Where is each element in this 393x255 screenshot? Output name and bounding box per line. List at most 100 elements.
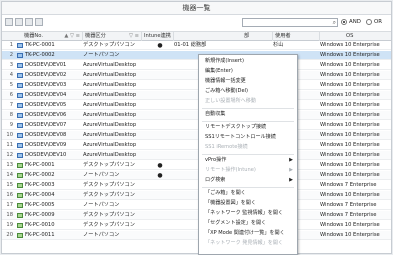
table-row[interactable]: 2 TK-PC-0002 ノートパソコン Windows 10 Enterprise bbox=[2, 51, 391, 60]
os-cell: Windows 10 Enterprise bbox=[320, 172, 380, 178]
table-row[interactable]: 1 TK-PC-0001 デスクトップパソコン ● 01-01 総務部 杉山 Windows… bbox=[2, 41, 391, 50]
col-label: 機器区分 bbox=[85, 33, 106, 39]
vm-icon bbox=[17, 123, 23, 128]
menu-item-label: ログ検索 bbox=[205, 177, 226, 183]
menu-item[interactable]: リモートデスクトップ接続 bbox=[199, 123, 297, 132]
col-header-device-type[interactable]: 機器区分 ▽ ≡ bbox=[83, 32, 142, 41]
table-row[interactable]: 16FK-PC-0004デスクトップパソコン鷲Windows 10 Enterp… bbox=[2, 191, 391, 200]
col-header-dept[interactable]: 部 bbox=[174, 32, 273, 41]
menu-item-label: 「機器設置図」を開く bbox=[205, 200, 256, 206]
list-view-icon[interactable] bbox=[15, 18, 23, 26]
device-no-cell: DOSDEV\DEV01 bbox=[25, 62, 67, 68]
table-row[interactable]: 20 FK-PC-0011 ノートパソコン Windows 10 Enterprise bbox=[2, 231, 391, 240]
table-row[interactable]: 8 DOSDEV\DEV06 AzureVirtualDesktop Windows … bbox=[2, 111, 391, 120]
table-row[interactable]: 7 DOSDEV\DEV05 AzureVirtualDesktop Windows … bbox=[2, 101, 391, 110]
intune-cell bbox=[142, 201, 178, 210]
desktop-icon bbox=[17, 43, 23, 48]
device-type-cell: AzureVirtualDesktop bbox=[83, 122, 137, 128]
menu-item[interactable]: 自動収集 bbox=[199, 110, 297, 119]
menu-item: 「ネットワーク 発見情報」を開く bbox=[199, 239, 297, 248]
sort-filter-icon[interactable]: ▲ ▽ ≡ bbox=[64, 32, 80, 41]
os-cell: Windows 10 Enterprise bbox=[320, 92, 380, 98]
table-row[interactable]: 15 FK-PC-0003 デスクトップパソコン Windows 7 Enterpri… bbox=[2, 181, 391, 190]
menu-separator bbox=[202, 154, 294, 155]
table-row[interactable]: 3 DOSDEV\DEV01 AzureVirtualDesktop Windows … bbox=[2, 61, 391, 70]
menu-item[interactable]: 「ごみ箱」を開く bbox=[199, 189, 297, 198]
vm-icon bbox=[17, 151, 24, 160]
os-cell: Windows 10 Enterprise bbox=[320, 152, 380, 158]
col-header-user[interactable]: 使用者 bbox=[273, 32, 320, 41]
device-type-cell: デスクトップパソコン bbox=[83, 182, 135, 188]
vm-icon bbox=[17, 61, 24, 70]
menu-item[interactable]: vPro操作 ▶ bbox=[199, 156, 297, 165]
table-row[interactable]: 14 FK-PC-0002 ノートパソコン ● Windows 10 Enterpris… bbox=[2, 171, 391, 180]
table-row[interactable]: 4 DOSDEV\DEV02 AzureVirtualDesktop Windows … bbox=[2, 71, 391, 80]
intune-cell bbox=[142, 51, 178, 60]
pc-icon bbox=[17, 193, 23, 198]
vm-icon bbox=[17, 133, 23, 138]
device-no-cell: DOSDEV\DEV10 bbox=[25, 152, 67, 158]
device-no-cell: FK-PC-0010 bbox=[25, 222, 55, 228]
table-row[interactable]: 9 DOSDEV\DEV07 AzureVirtualDesktop Windows … bbox=[2, 121, 391, 130]
device-type-cell: AzureVirtualDesktop bbox=[83, 92, 137, 98]
col-header-os[interactable]: OS bbox=[320, 32, 391, 41]
vm-icon bbox=[17, 63, 23, 68]
filter-icon[interactable]: ▽ ≡ bbox=[129, 32, 139, 41]
menu-item[interactable]: 「機器設置図」を開く bbox=[199, 199, 297, 208]
os-cell: Windows 10 Enterprise bbox=[320, 122, 380, 128]
row-number: 18 bbox=[6, 212, 13, 218]
table-row[interactable]: 5 DOSDEV\DEV03 AzureVirtualDesktop Windows … bbox=[2, 81, 391, 90]
vm-icon bbox=[17, 113, 23, 118]
device-type-cell: AzureVirtualDesktop bbox=[83, 62, 137, 68]
row-number: 15 bbox=[6, 182, 13, 188]
table-row[interactable]: 10 DOSDEV\DEV08 AzureVirtualDesktop Windows… bbox=[2, 131, 391, 140]
device-type-cell: AzureVirtualDesktop bbox=[83, 132, 137, 138]
menu-item[interactable]: 「セグメント設定」を開く bbox=[199, 219, 297, 228]
menu-item[interactable]: ログ検索 ▶ bbox=[199, 176, 297, 185]
row-number: 3 bbox=[9, 62, 13, 68]
table-row[interactable]: 18 FK-PC-0009 デスクトップパソコン Windows 7 Enterpri… bbox=[2, 211, 391, 220]
device-type-cell: デスクトップパソコン bbox=[83, 162, 135, 168]
menu-item-label: 「ネットワーク 発見情報」を開く bbox=[205, 240, 284, 246]
device-no-cell: DOSDEV\DEV03 bbox=[25, 82, 67, 88]
export-icon[interactable] bbox=[25, 18, 33, 26]
menu-item-label: vPro操作 bbox=[205, 157, 227, 163]
grid-view-icon[interactable] bbox=[5, 18, 13, 26]
menu-item: SS1 iRemote接続 bbox=[199, 143, 297, 152]
print-icon[interactable] bbox=[35, 18, 43, 26]
desktop-icon bbox=[17, 51, 24, 60]
col-header-intune[interactable]: Intune連携 bbox=[142, 32, 174, 41]
pc-icon bbox=[17, 201, 24, 210]
table-row[interactable]: 13 FK-PC-0001 デスクトップパソコン ● Windows 10 Enterp… bbox=[2, 161, 391, 170]
device-no-cell: FK-PC-0009 bbox=[25, 212, 55, 218]
menu-item[interactable]: 機器情報一括変更 bbox=[199, 77, 297, 86]
menu-item: リモート操作(Intune) ▶ bbox=[199, 166, 297, 175]
menu-item[interactable]: SS1リモートコントロール接続 bbox=[199, 133, 297, 142]
table-row[interactable]: 19 FK-PC-0010 デスクトップパソコン Windows 10 Enterpr… bbox=[2, 221, 391, 230]
pc-icon bbox=[17, 191, 24, 200]
menu-item[interactable]: 新規作成(Insert) bbox=[199, 57, 297, 66]
and-radio[interactable] bbox=[341, 19, 347, 25]
menu-separator bbox=[202, 121, 294, 122]
device-type-cell: デスクトップパソコン bbox=[83, 222, 135, 228]
menu-item[interactable]: 編集(Enter) bbox=[199, 67, 297, 76]
col-header-device-no[interactable]: 機器No. ▲ ▽ ≡ bbox=[2, 32, 83, 41]
table-row[interactable]: 17 FK-PC-0005 ノートパソコン Windows 7 Enterprise bbox=[2, 201, 391, 210]
vm-icon bbox=[17, 83, 23, 88]
menu-item[interactable]: ごみ箱へ移動(Del) bbox=[199, 87, 297, 96]
or-radio[interactable] bbox=[366, 19, 372, 25]
menu-item[interactable]: 「XP Mode 関連付け一覧」を開く bbox=[199, 229, 297, 238]
table-row[interactable]: 6 DOSDEV\DEV04 AzureVirtualDesktop Windows … bbox=[2, 91, 391, 100]
menu-separator bbox=[202, 108, 294, 109]
search-input[interactable]: ⌕ bbox=[242, 18, 338, 27]
menu-item[interactable]: 「ネットワーク 監視情報」を開く bbox=[199, 209, 297, 218]
table-row[interactable]: 12 DOSDEV\DEV10 AzureVirtualDesktop Windows… bbox=[2, 151, 391, 160]
table-row[interactable]: 11 DOSDEV\DEV09 AzureVirtualDesktop Windows… bbox=[2, 141, 391, 150]
intune-cell bbox=[142, 101, 178, 110]
os-cell: Windows 10 Enterprise bbox=[320, 62, 380, 68]
vm-icon bbox=[17, 93, 23, 98]
os-cell: Windows 7 Enterprise bbox=[320, 212, 377, 218]
os-cell: Windows 10 Enterprise bbox=[320, 102, 380, 108]
row-number: 4 bbox=[9, 72, 13, 78]
os-cell: Windows 10 Enterprise bbox=[320, 42, 380, 48]
